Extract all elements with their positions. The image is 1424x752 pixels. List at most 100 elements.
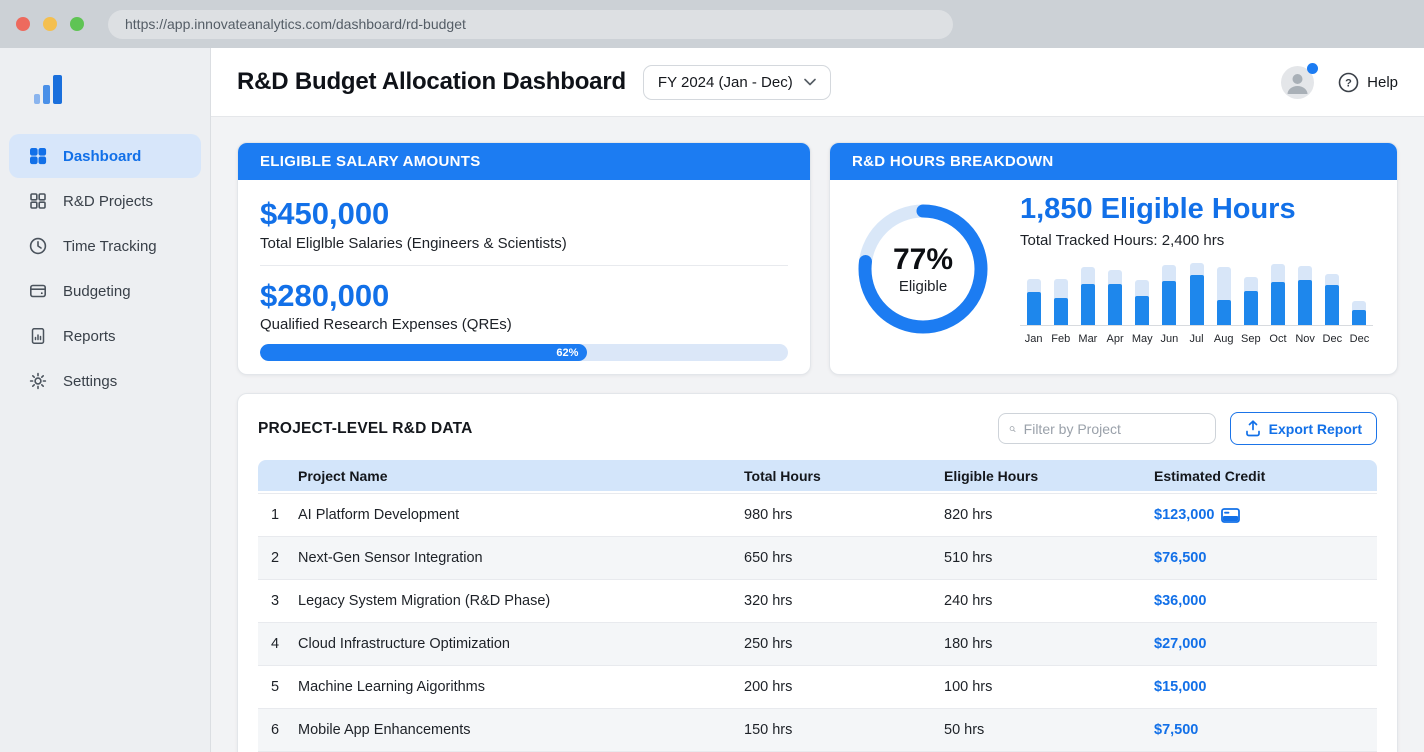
credit-amount: $36,000 xyxy=(1154,593,1206,609)
bar-month-6 xyxy=(1156,263,1183,325)
project-filter-field[interactable] xyxy=(998,413,1216,444)
bar-month-label: Aug xyxy=(1210,333,1237,345)
minimize-window-button[interactable] xyxy=(43,17,57,31)
qre-value: $280,000 xyxy=(260,278,788,314)
total-eligible-salaries-label: Total Eliglble Salaries (Engineers & Sci… xyxy=(260,235,788,252)
sidebar-item-time-tracking[interactable]: Time Tracking xyxy=(9,224,201,268)
project-row-number: 5 xyxy=(258,679,298,695)
qre-progress-bar: 62% xyxy=(260,344,788,361)
table-row[interactable]: 6Mobile App Enhancements150 hrs50 hrs$7,… xyxy=(258,708,1377,751)
bar-eligible xyxy=(1027,292,1041,325)
qre-progress-percent: 62% xyxy=(556,347,578,359)
bar-month-4 xyxy=(1101,263,1128,325)
address-bar[interactable]: https://app.innovateanalytics.com/dashbo… xyxy=(108,10,953,39)
project-filter-input[interactable] xyxy=(1024,421,1205,437)
bar-month-3 xyxy=(1074,263,1101,325)
table-row[interactable]: 1AI Platform Development980 hrs820 hrs$1… xyxy=(258,493,1377,536)
table-row[interactable]: 5Machine Learning Aigorithms200 hrs100 h… xyxy=(258,665,1377,708)
project-name: Machine Learning Aigorithms xyxy=(298,679,744,695)
wallet-icon xyxy=(28,281,48,301)
col-eligible-hours: Eligible Hours xyxy=(944,468,1154,484)
fiscal-year-selector[interactable]: FY 2024 (Jan - Dec) xyxy=(643,65,831,100)
hours-card-header: R&D HOURS BREAKDOWN xyxy=(830,143,1397,180)
total-hours-value: 150 hrs xyxy=(744,722,944,738)
help-button[interactable]: ? Help xyxy=(1338,72,1398,93)
project-row-number: 6 xyxy=(258,722,298,738)
project-name: Mobile App Enhancements xyxy=(298,722,744,738)
donut-percent-value: 77% xyxy=(893,244,953,276)
divider xyxy=(260,265,788,266)
report-document-icon xyxy=(28,326,48,346)
sidebar-item-label: Settings xyxy=(63,373,117,390)
sidebar-item-dashboard[interactable]: Dashboard xyxy=(9,134,201,178)
estimated-credit-value: $7,500 xyxy=(1154,722,1377,738)
eligible-hours-value: 100 hrs xyxy=(944,679,1154,695)
export-report-label: Export Report xyxy=(1269,421,1362,437)
fiscal-year-value: FY 2024 (Jan - Dec) xyxy=(658,74,793,91)
app-logo-bars-icon xyxy=(34,74,210,104)
bar-month-10 xyxy=(1264,263,1291,325)
url-text: https://app.innovateanalytics.com/dashbo… xyxy=(125,16,466,32)
sidebar-item-r-d-projects[interactable]: R&D Projects xyxy=(9,179,201,223)
maximize-window-button[interactable] xyxy=(70,17,84,31)
bar-month-7 xyxy=(1183,263,1210,325)
bar-month-13 xyxy=(1346,263,1373,325)
bar-chart-labels: JanFebMarAprMayJunJulAugSepOctNovDecDec xyxy=(1020,333,1373,345)
bar-eligible xyxy=(1162,281,1176,325)
bar-month-11 xyxy=(1292,263,1319,325)
bar-month-label: Nov xyxy=(1292,333,1319,345)
notification-dot xyxy=(1307,63,1318,74)
user-avatar[interactable] xyxy=(1281,66,1314,99)
sidebar-item-settings[interactable]: Settings xyxy=(9,359,201,403)
credit-amount: $27,000 xyxy=(1154,636,1206,652)
browser-chrome: https://app.innovateanalytics.com/dashbo… xyxy=(0,0,1424,48)
dashboard-content: ELIGIBLE SALARY AMOUNTS $450,000 Total E… xyxy=(211,117,1424,752)
bar-chart-bars xyxy=(1020,264,1373,326)
project-row-number: 1 xyxy=(258,507,298,523)
project-data-card: PROJECT-LEVEL R&D DATA Export xyxy=(237,393,1398,752)
bar-month-2 xyxy=(1047,263,1074,325)
monthly-hours-bar-chart: JanFebMarAprMayJunJulAugSepOctNovDecDec xyxy=(1020,264,1373,345)
close-window-button[interactable] xyxy=(16,17,30,31)
bar-month-label: Dec xyxy=(1319,333,1346,345)
table-row[interactable]: 3Legacy System Migration (R&D Phase)320 … xyxy=(258,579,1377,622)
bar-month-8 xyxy=(1210,263,1237,325)
table-body: 1AI Platform Development980 hrs820 hrs$1… xyxy=(258,493,1377,752)
eligible-hours-value: 510 hrs xyxy=(944,550,1154,566)
bar-month-label: Jun xyxy=(1156,333,1183,345)
qre-progress-fill: 62% xyxy=(260,344,587,361)
bar-month-label: Feb xyxy=(1047,333,1074,345)
sidebar-item-label: Time Tracking xyxy=(63,238,157,255)
bar-month-9 xyxy=(1237,263,1264,325)
table-row[interactable]: 2Next-Gen Sensor Integration650 hrs510 h… xyxy=(258,536,1377,579)
bar-month-label: Apr xyxy=(1101,333,1128,345)
total-hours-value: 320 hrs xyxy=(744,593,944,609)
bar-eligible xyxy=(1271,282,1285,325)
sidebar-item-budgeting[interactable]: Budgeting xyxy=(9,269,201,313)
donut-percent-label: Eligible xyxy=(899,278,947,295)
bar-month-12 xyxy=(1319,263,1346,325)
estimated-credit-value: $15,000 xyxy=(1154,679,1377,695)
sidebar-item-label: Dashboard xyxy=(63,148,141,165)
sidebar-item-label: R&D Projects xyxy=(63,193,153,210)
eligible-hours-value: 820 hrs xyxy=(944,507,1154,523)
bar-month-1 xyxy=(1020,263,1047,325)
total-hours-value: 200 hrs xyxy=(744,679,944,695)
export-report-button[interactable]: Export Report xyxy=(1230,412,1377,445)
sidebar-menu: Dashboard R&D Projects Time Tracking Budget… xyxy=(0,134,210,403)
tracked-hours-subline: Total Tracked Hours: 2,400 hrs xyxy=(1020,232,1373,249)
bar-month-label: Sep xyxy=(1237,333,1264,345)
estimated-credit-value: $27,000 xyxy=(1154,636,1377,652)
bar-month-label: Mar xyxy=(1074,333,1101,345)
total-eligible-salaries-value: $450,000 xyxy=(260,196,788,232)
project-data-title: PROJECT-LEVEL R&D DATA xyxy=(258,420,473,438)
table-row[interactable]: 4Cloud Infrastructure Optimization250 hr… xyxy=(258,622,1377,665)
sidebar-item-reports[interactable]: Reports xyxy=(9,314,201,358)
credit-amount: $76,500 xyxy=(1154,550,1206,566)
bar-eligible xyxy=(1298,280,1312,325)
export-upload-icon xyxy=(1245,420,1261,437)
eligible-salary-card: ELIGIBLE SALARY AMOUNTS $450,000 Total E… xyxy=(237,142,811,375)
bar-eligible xyxy=(1190,275,1204,325)
estimated-credit-value: $76,500 xyxy=(1154,550,1377,566)
credit-amount: $15,000 xyxy=(1154,679,1206,695)
